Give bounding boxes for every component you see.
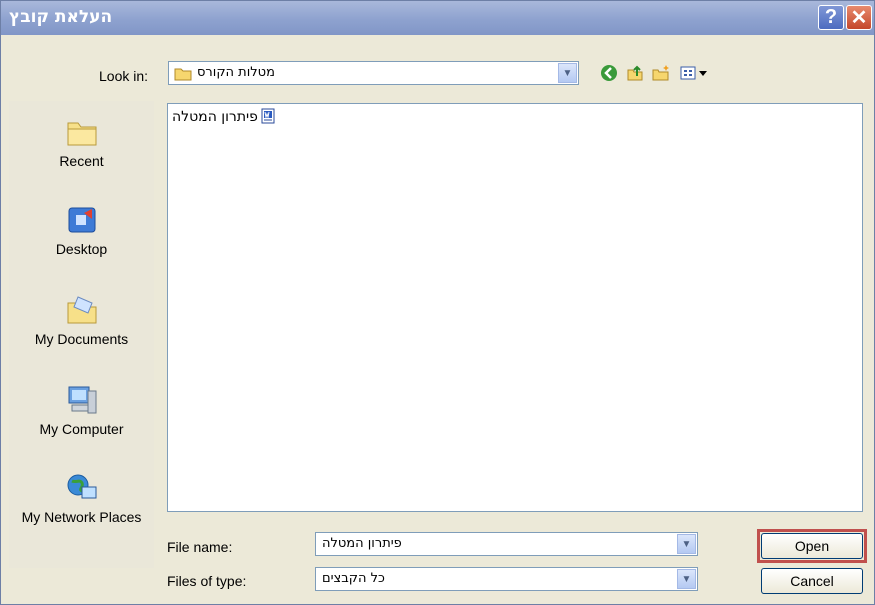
look-in-value: מטלות הקורס	[197, 65, 275, 80]
word-document-icon	[260, 108, 276, 127]
place-network-places[interactable]: My Network Places	[9, 471, 154, 525]
look-in-label: Look in:	[99, 68, 149, 84]
place-my-documents[interactable]: My Documents	[9, 293, 154, 347]
views-menu-icon[interactable]	[679, 63, 713, 83]
file-name: פיתרון המטלה	[172, 109, 258, 125]
my-documents-icon	[64, 293, 100, 329]
close-icon: ✕	[850, 7, 868, 29]
file-type-label: Files of type:	[167, 573, 247, 589]
place-recent[interactable]: Recent	[9, 115, 154, 169]
help-button[interactable]: ?	[818, 5, 844, 30]
help-icon: ?	[824, 6, 838, 28]
desktop-icon	[64, 203, 100, 239]
file-type-select[interactable]: כל הקבצים ▼	[315, 567, 698, 591]
place-label: My Network Places	[21, 509, 142, 525]
my-computer-icon	[64, 383, 100, 419]
folder-icon	[174, 67, 192, 84]
open-button[interactable]: Open	[761, 533, 863, 559]
chevron-down-icon: ▼	[562, 67, 573, 79]
new-folder-icon[interactable]	[651, 63, 671, 83]
open-file-dialog: העלאת קובץ ? ✕ Look in: מטלות הקורס ▼ Re…	[0, 0, 875, 605]
cancel-button[interactable]: Cancel	[761, 568, 863, 594]
file-name-value: פיתרון המטלה	[322, 536, 402, 551]
place-my-computer[interactable]: My Computer	[9, 383, 154, 437]
back-icon[interactable]	[599, 63, 619, 83]
look-in-dropdown-button[interactable]: ▼	[558, 63, 577, 83]
list-item[interactable]: פיתרון המטלה	[170, 107, 276, 127]
up-folder-icon[interactable]	[625, 63, 645, 83]
network-places-icon	[64, 471, 100, 507]
window-title: העלאת קובץ	[9, 7, 113, 27]
places-bar: Recent Desktop My Documents My Computer …	[9, 101, 154, 568]
close-button[interactable]: ✕	[846, 5, 872, 30]
look-in-dropdown[interactable]: מטלות הקורס ▼	[168, 61, 579, 85]
file-name-label: File name:	[167, 539, 233, 555]
file-type-dropdown-button[interactable]: ▼	[677, 569, 696, 589]
place-label: Desktop	[55, 241, 108, 257]
place-label: My Computer	[39, 421, 124, 437]
place-label: Recent	[59, 153, 104, 169]
chevron-down-icon: ▼	[681, 573, 692, 585]
file-type-value: כל הקבצים	[322, 571, 385, 586]
file-name-dropdown-button[interactable]: ▼	[677, 534, 696, 554]
place-desktop[interactable]: Desktop	[9, 203, 154, 257]
recent-folder-icon	[64, 115, 100, 151]
toolbar	[599, 63, 729, 85]
file-list[interactable]: פיתרון המטלה	[167, 103, 863, 512]
place-label: My Documents	[34, 331, 129, 347]
title-bar[interactable]: העלאת קובץ ? ✕	[1, 1, 874, 35]
chevron-down-icon: ▼	[681, 538, 692, 550]
file-name-field[interactable]: פיתרון המטלה ▼	[315, 532, 698, 556]
